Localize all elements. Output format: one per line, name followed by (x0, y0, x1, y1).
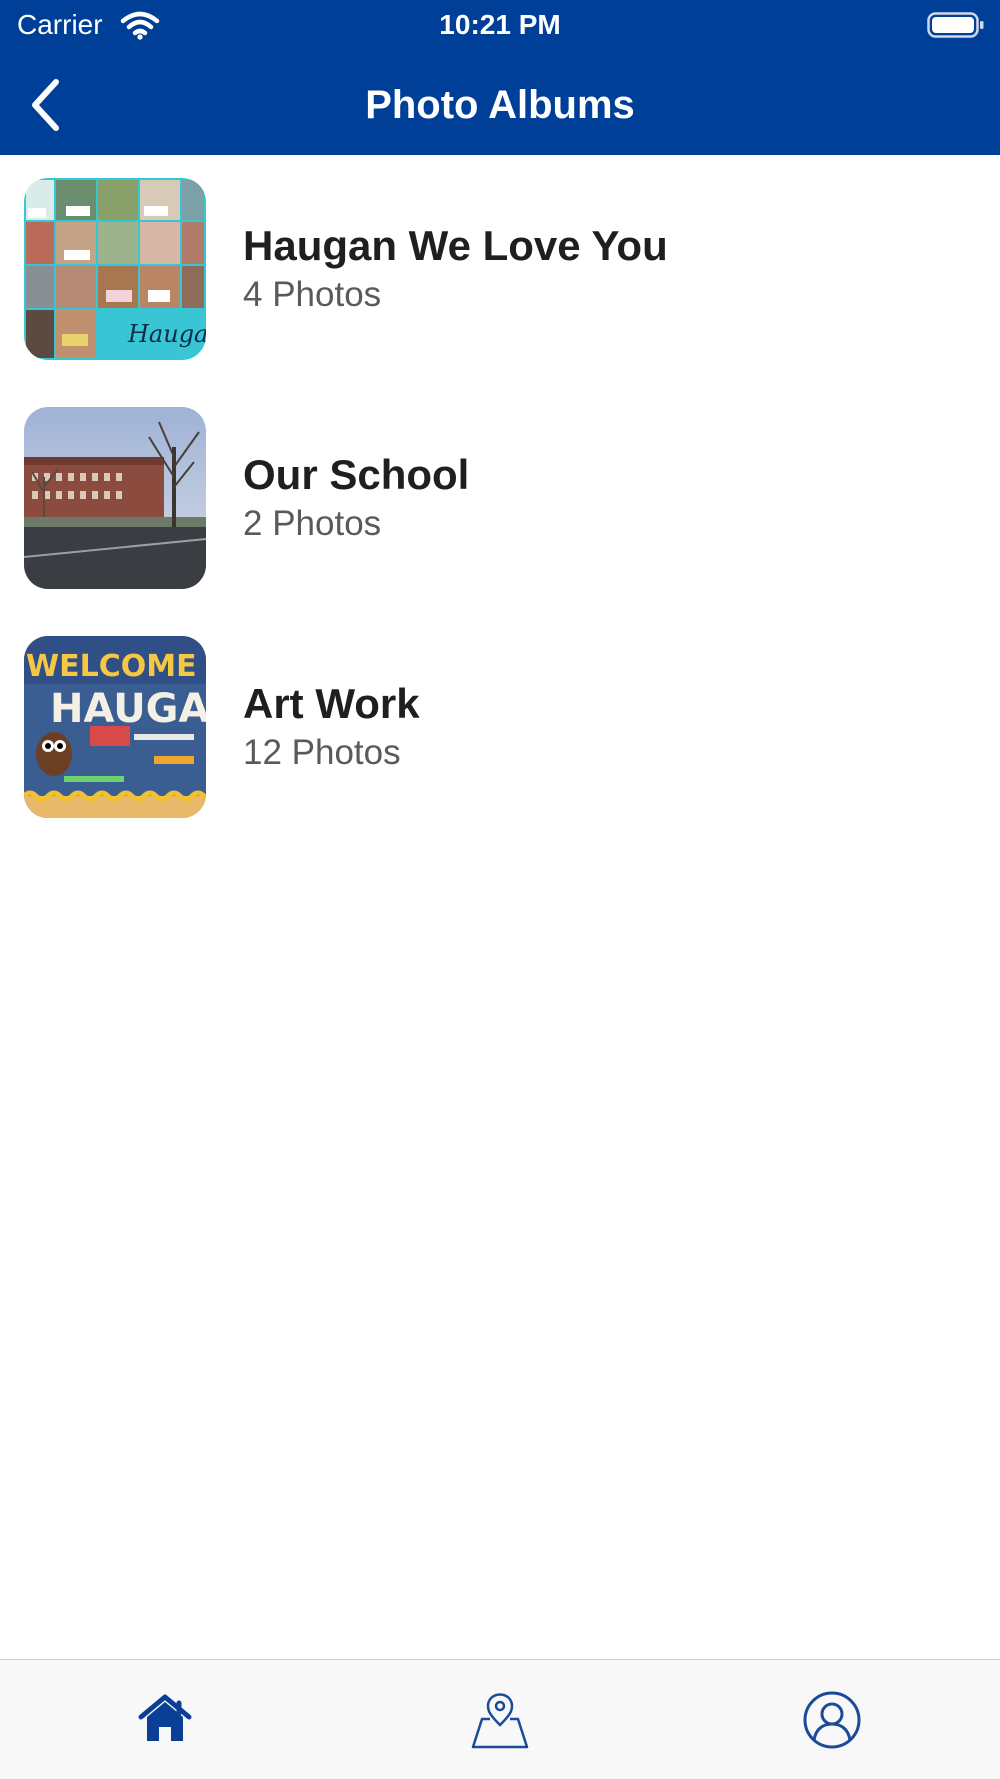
album-title: Art Work (243, 680, 420, 727)
svg-text:WELCOME T: WELCOME T (26, 649, 206, 684)
user-circle-icon (803, 1691, 861, 1749)
svg-text:Haugan: Haugan (127, 320, 206, 348)
map-pin-icon (471, 1693, 529, 1749)
album-photo-count: 12 Photos (243, 733, 401, 772)
tab-home[interactable] (105, 1660, 225, 1779)
album-title: Haugan We Love You (243, 222, 668, 269)
album-title: Our School (243, 451, 470, 498)
album-item[interactable]: Our School 2 Photos (0, 384, 1000, 613)
svg-text:HAUGA: HAUGA (50, 686, 206, 732)
tab-map[interactable] (440, 1660, 560, 1779)
album-thumbnail (24, 407, 206, 589)
battery-icon (927, 10, 985, 40)
album-item[interactable]: Haugan Haugan We Love You 4 Photos (0, 155, 1000, 384)
navigation-bar: Photo Albums (0, 55, 1000, 155)
album-item[interactable]: WELCOME T HAUGA Art Work 12 Photos (0, 613, 1000, 842)
album-thumbnail: Haugan (24, 178, 206, 360)
tab-profile[interactable] (772, 1660, 892, 1779)
album-photo-count: 2 Photos (243, 504, 382, 543)
tab-bar (0, 1659, 1000, 1779)
page-title: Photo Albums (365, 83, 635, 127)
status-time: 10:21 PM (439, 9, 561, 40)
album-list: Haugan Haugan We Love You 4 Photos (0, 155, 1000, 842)
status-bar: Carrier 10:21 PM (0, 0, 1000, 50)
app-header: Carrier 10:21 PM Photo Albums (0, 0, 1000, 155)
album-thumbnail: WELCOME T HAUGA (24, 636, 206, 818)
album-photo-count: 4 Photos (243, 275, 382, 314)
home-icon (138, 1694, 192, 1741)
